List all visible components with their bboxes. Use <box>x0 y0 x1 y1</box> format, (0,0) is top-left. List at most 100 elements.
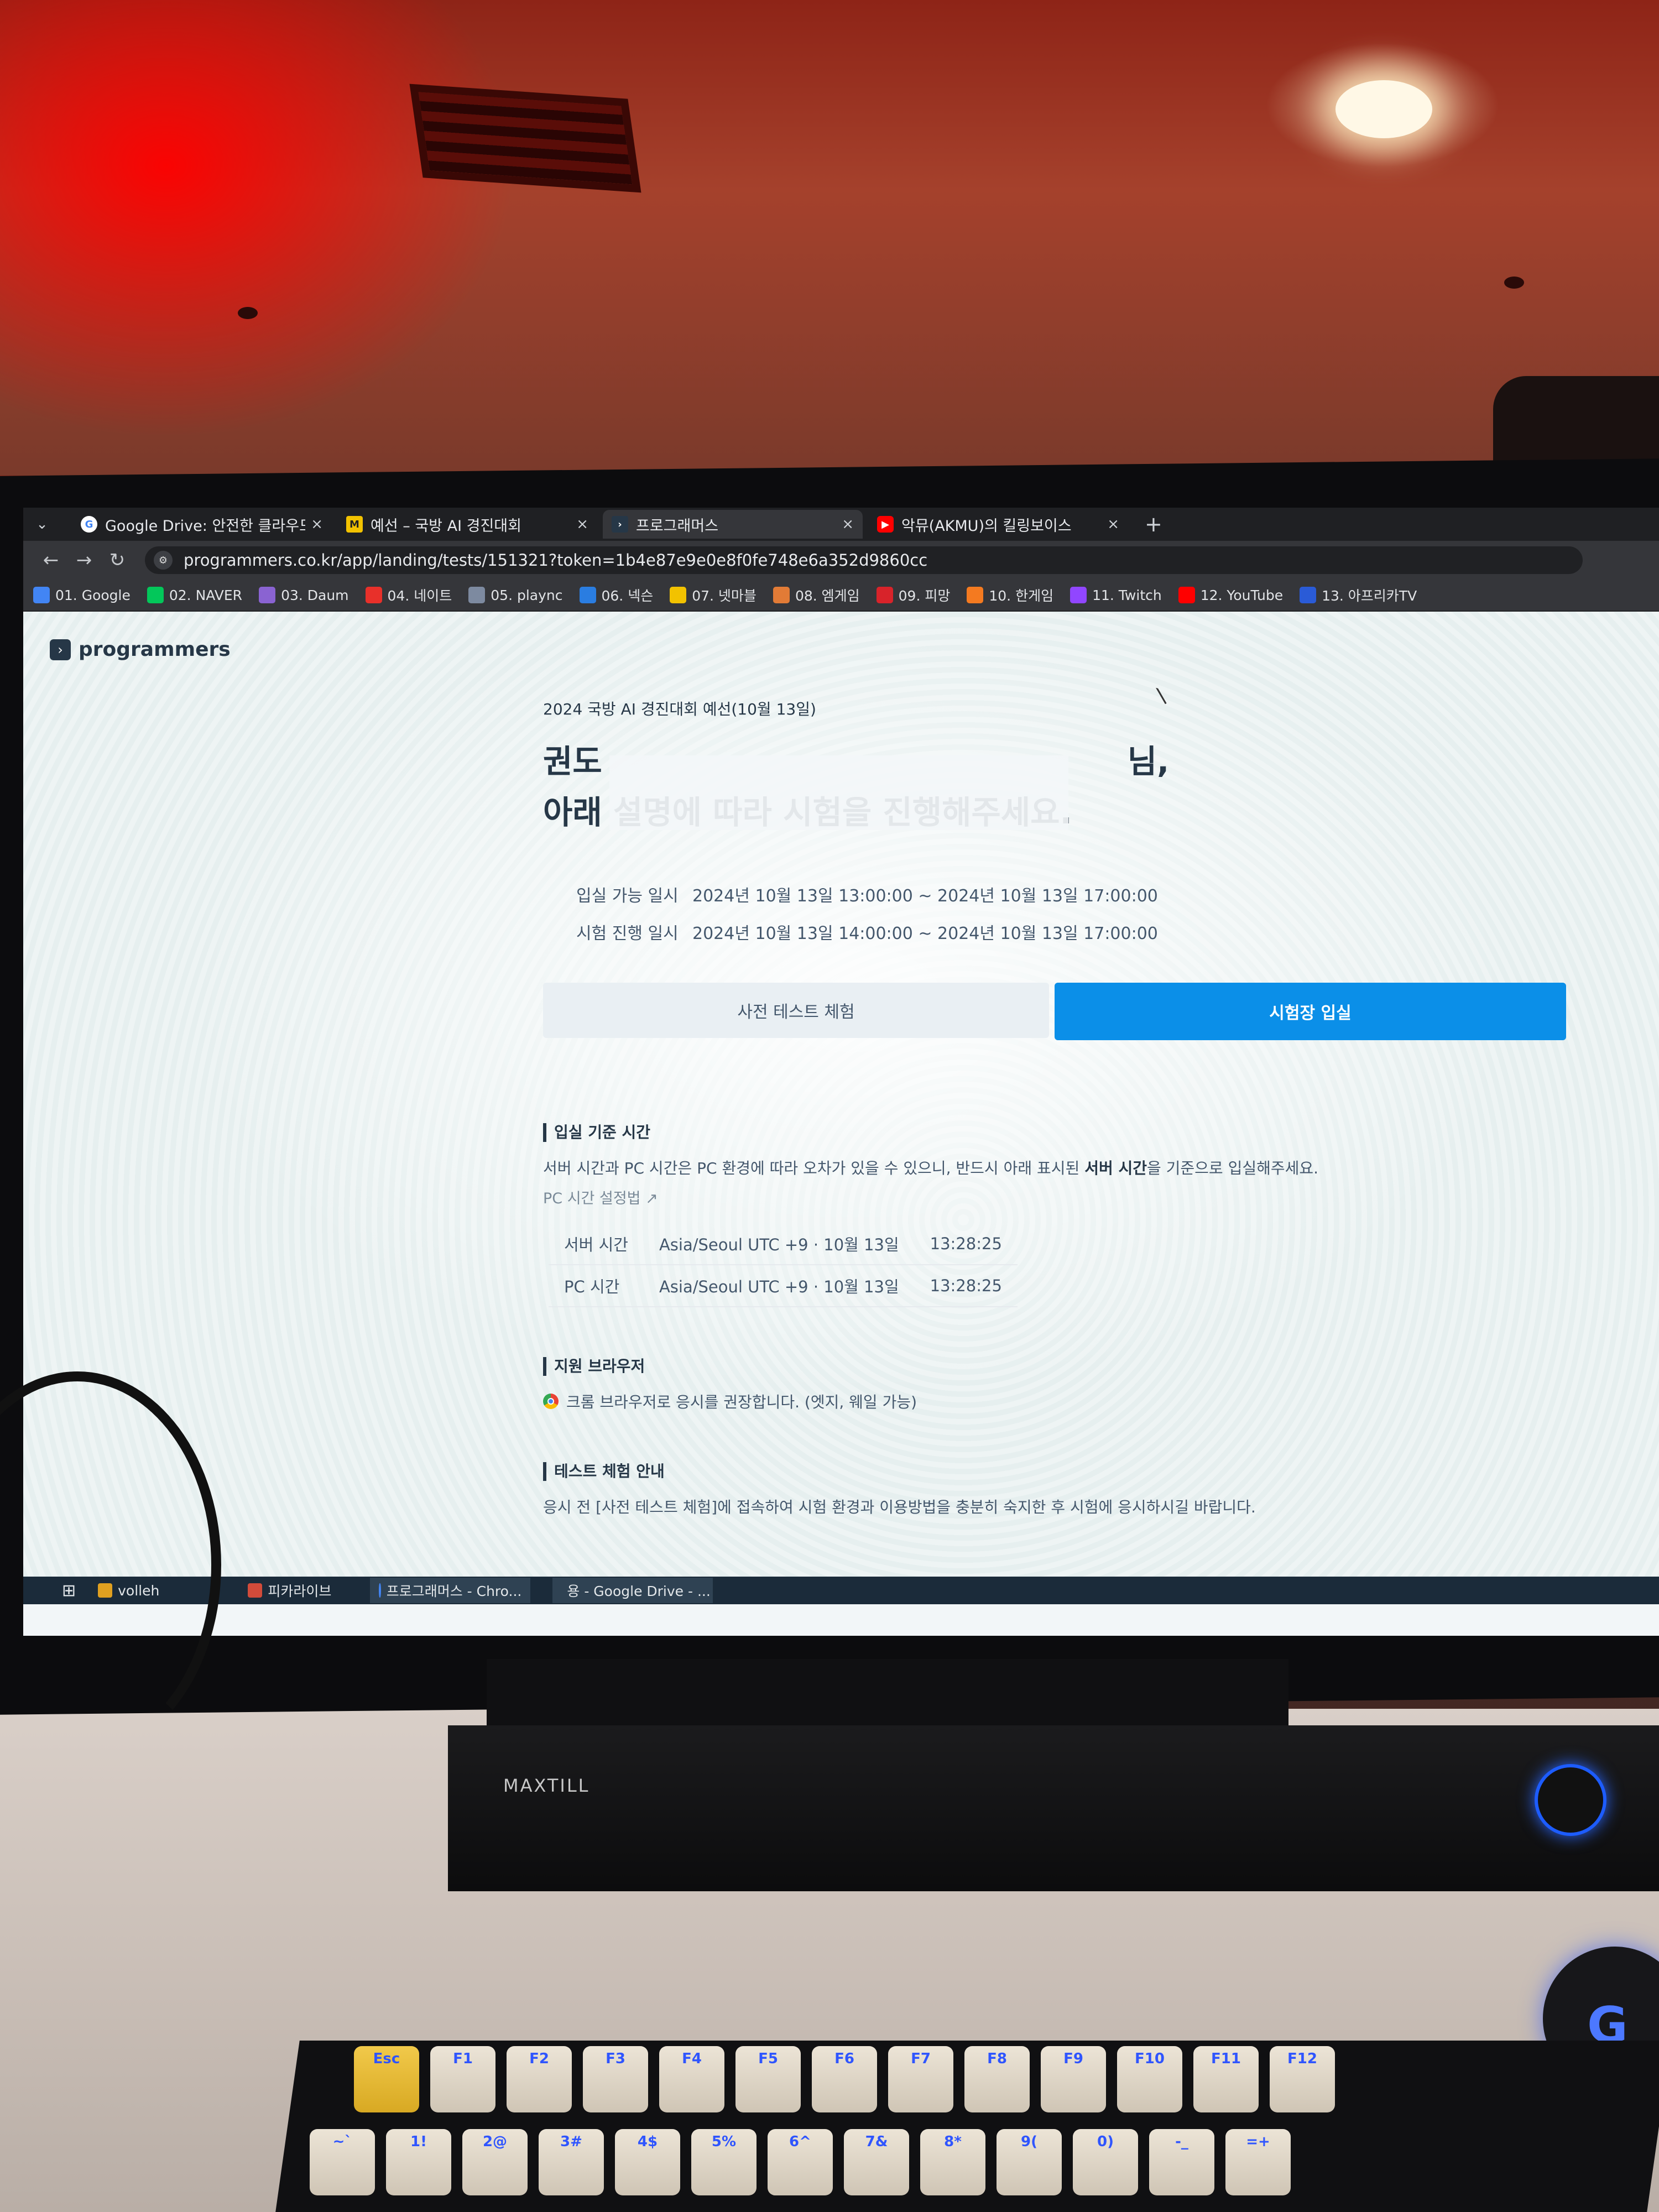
greeting: 권도님, 아래 설명에 따라 시험을 진행해주세요. <box>543 736 1594 838</box>
close-icon[interactable]: × <box>311 516 323 533</box>
key[interactable]: F4 <box>659 2046 724 2112</box>
key[interactable]: -_ <box>1149 2129 1214 2195</box>
bookmark-favicon-icon <box>147 587 164 603</box>
bookmark-item[interactable]: 08. 엠게임 <box>773 585 860 605</box>
web-page: › programmers 2024 국방 AI 경진대회 예선(10월 13일… <box>23 612 1659 1577</box>
bookmark-label: 09. 피망 <box>898 588 951 604</box>
site-info-icon[interactable]: ⚙ <box>154 551 173 570</box>
test-guide-text: 응시 전 [사전 테스트 체험]에 접속하여 시험 환경과 이용방법을 충분히 … <box>543 1498 1256 1516</box>
bookmark-item[interactable]: 09. 피망 <box>876 585 951 605</box>
key[interactable]: 5% <box>691 2129 757 2195</box>
key[interactable]: F7 <box>888 2046 953 2112</box>
entry-time-description: 서버 시간과 PC 시간은 PC 환경에 따라 오차가 있을 수 있으니, 반드… <box>543 1156 1594 1178</box>
bookmark-item[interactable]: 04. 네이트 <box>365 585 452 605</box>
taskbar-item[interactable]: 용 - Google Drive - ... <box>552 1578 713 1603</box>
taskbar-item[interactable]: 프로그래머스 - Chro... <box>370 1578 531 1603</box>
bookmark-item[interactable]: 12. YouTube <box>1178 587 1283 603</box>
volume-knob[interactable] <box>1535 1764 1606 1836</box>
programmers-logo-icon: › <box>50 639 71 660</box>
chrome-icon <box>543 1394 559 1409</box>
ceiling-lamp <box>1335 80 1432 138</box>
bookmark-item[interactable]: 03. Daum <box>259 587 349 603</box>
key[interactable]: =+ <box>1225 2129 1291 2195</box>
schedule-label: 입실 가능 일시 <box>576 886 679 906</box>
key[interactable]: 8* <box>920 2129 985 2195</box>
key[interactable]: F5 <box>735 2046 801 2112</box>
soundbar <box>448 1725 1659 1891</box>
browser-note: 크롬 브라우저로 응시를 권장합니다. (엣지, 웨일 가능) <box>543 1390 1594 1412</box>
forward-icon[interactable]: → <box>67 549 101 571</box>
close-icon[interactable]: × <box>576 516 588 533</box>
bookmark-label: 04. 네이트 <box>387 588 452 604</box>
new-tab-icon[interactable]: + <box>1145 512 1162 536</box>
bookmark-item[interactable]: 05. plaync <box>468 587 563 603</box>
table-row: 서버 시간 Asia/Seoul UTC +9 · 10월 13일 13:28:… <box>549 1223 1018 1265</box>
pretest-button[interactable]: 사전 테스트 체험 <box>543 983 1049 1038</box>
close-icon[interactable]: × <box>1107 516 1119 533</box>
bookmarks-bar: 01. Google 02. NAVER 03. Daum 04. 네이트 05… <box>23 580 1659 612</box>
key[interactable]: F12 <box>1270 2046 1335 2112</box>
ceiling-vent <box>409 84 641 193</box>
key[interactable]: F1 <box>430 2046 495 2112</box>
shelf <box>1493 376 1659 470</box>
tab-search-chevron-icon[interactable]: ⌄ <box>29 512 55 536</box>
browser-note-text: 크롬 브라우저로 응시를 권장합니다. (엣지, 웨일 가능) <box>566 1393 917 1411</box>
reload-icon[interactable]: ↻ <box>101 549 134 571</box>
greeting-name-start: 권도 <box>543 743 602 780</box>
key[interactable]: 6^ <box>768 2129 833 2195</box>
key[interactable]: Esc <box>354 2046 419 2112</box>
key[interactable]: F11 <box>1193 2046 1259 2112</box>
youtube-icon: ▶ <box>877 516 894 533</box>
back-icon[interactable]: ← <box>34 549 67 571</box>
bookmark-label: 05. plaync <box>491 587 563 603</box>
key[interactable]: F3 <box>583 2046 648 2112</box>
bookmark-item[interactable]: 10. 한게임 <box>967 585 1053 605</box>
pc-time-setting-link[interactable]: PC 시간 설정법 ↗ <box>543 1186 1594 1208</box>
close-icon[interactable]: × <box>842 516 854 533</box>
bookmark-item[interactable]: 01. Google <box>33 587 131 603</box>
tab-programmers[interactable]: › 프로그래머스 × <box>603 510 863 539</box>
key[interactable]: ~` <box>310 2129 375 2195</box>
bookmark-item[interactable]: 06. 넥슨 <box>579 585 653 605</box>
bookmark-favicon-icon <box>1070 587 1087 603</box>
taskbar-item[interactable]: 피카라이브 <box>248 1580 331 1600</box>
key[interactable]: 9( <box>997 2129 1062 2195</box>
exam-schedule: 입실 가능 일시 2024년 10월 13일 13:00:00 ~ 2024년 … <box>576 882 1594 944</box>
tab-contest[interactable]: M 예선 – 국방 AI 경진대회 × <box>337 510 597 539</box>
key[interactable]: 0) <box>1073 2129 1138 2195</box>
programmers-logo[interactable]: › programmers <box>50 638 231 661</box>
logo-text: programmers <box>79 638 231 661</box>
bookmark-item[interactable]: 02. NAVER <box>147 587 242 603</box>
key[interactable]: F10 <box>1117 2046 1182 2112</box>
url-input[interactable]: ⚙ programmers.co.kr/app/landing/tests/15… <box>145 546 1583 574</box>
key[interactable]: 2@ <box>462 2129 528 2195</box>
key[interactable]: F6 <box>812 2046 877 2112</box>
key[interactable]: 4$ <box>615 2129 680 2195</box>
bookmark-label: 01. Google <box>55 587 131 603</box>
time-label: PC 시간 <box>549 1265 644 1307</box>
monitor-stand <box>487 1659 1288 1725</box>
bookmark-item[interactable]: 07. 넷마블 <box>670 585 757 605</box>
contest-name: 2024 국방 AI 경진대회 예선(10월 13일) <box>543 700 816 718</box>
key[interactable]: F9 <box>1041 2046 1106 2112</box>
key[interactable]: F8 <box>964 2046 1030 2112</box>
bookmark-favicon-icon <box>967 587 984 603</box>
key[interactable]: 1! <box>386 2129 451 2195</box>
table-row: PC 시간 Asia/Seoul UTC +9 · 10월 13일 13:28:… <box>549 1265 1018 1307</box>
tab-google-drive[interactable]: G Google Drive: 안전한 클라우드 × <box>72 510 332 539</box>
key[interactable]: 7& <box>844 2129 909 2195</box>
supported-browser-section: 지원 브라우저 크롬 브라우저로 응시를 권장합니다. (엣지, 웨일 가능) <box>543 1357 1594 1412</box>
bookmark-label: 08. 엠게임 <box>795 588 860 604</box>
m-icon: M <box>346 516 363 533</box>
tab-title: 악뮤(AKMU)의 킬링보이스 <box>901 517 1072 535</box>
tab-title: 예선 – 국방 AI 경진대회 <box>371 517 521 535</box>
bookmark-item[interactable]: 13. 아프리카TV <box>1300 585 1417 605</box>
tab-youtube[interactable]: ▶ 악뮤(AKMU)의 킬링보이스 × <box>868 510 1128 539</box>
bookmark-favicon-icon <box>670 587 687 603</box>
key[interactable]: F2 <box>507 2046 572 2112</box>
bookmark-item[interactable]: 11. Twitch <box>1070 587 1162 603</box>
enter-exam-button[interactable]: 시험장 입실 <box>1055 983 1566 1040</box>
taskbar-label: 용 - Google Drive - ... <box>567 1583 711 1599</box>
key[interactable]: 3# <box>539 2129 604 2195</box>
schedule-row: 시험 진행 일시 2024년 10월 13일 14:00:00 ~ 2024년 … <box>576 920 1594 944</box>
